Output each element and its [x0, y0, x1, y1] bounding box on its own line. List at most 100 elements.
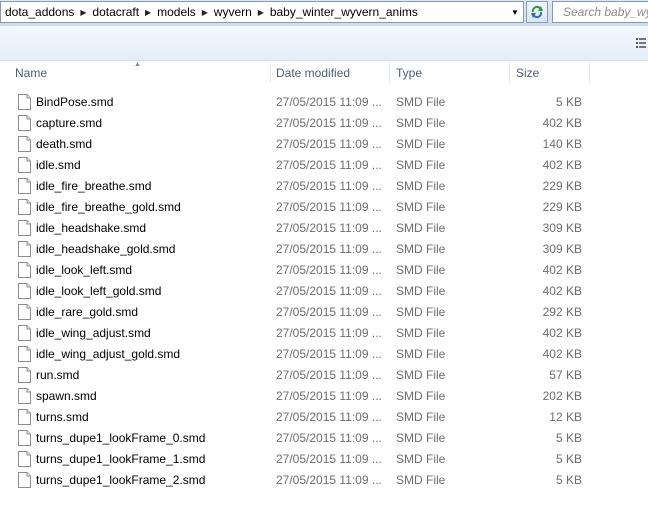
document-icon	[18, 430, 31, 446]
command-bar	[0, 26, 648, 61]
file-size: 402 KB	[542, 347, 582, 361]
file-size: 309 KB	[542, 221, 582, 235]
file-row[interactable]: spawn.smd 27/05/2015 11:09 ... SMD File …	[0, 386, 648, 407]
column-date-modified[interactable]: Date modified	[276, 61, 350, 85]
file-size: 140 KB	[542, 137, 582, 151]
file-date-modified: 27/05/2015 11:09 ...	[276, 116, 382, 130]
file-name: death.smd	[36, 137, 93, 151]
file-name: idle_look_left.smd	[36, 263, 133, 277]
document-icon	[18, 304, 31, 320]
file-size: 5 KB	[555, 473, 582, 487]
document-icon	[18, 241, 31, 257]
file-row[interactable]: idle_look_left.smd 27/05/2015 11:09 ... …	[0, 260, 648, 281]
file-name: spawn.smd	[36, 389, 97, 403]
file-name: turns.smd	[36, 410, 89, 424]
file-date-modified: 27/05/2015 11:09 ...	[276, 179, 382, 193]
file-type: SMD File	[396, 200, 446, 214]
file-name: idle_rare_gold.smd	[36, 305, 139, 319]
file-size: 5 KB	[555, 452, 582, 466]
file-type: SMD File	[396, 137, 446, 151]
document-icon	[18, 367, 31, 383]
address-bar[interactable]: dota_addons ▶ dotacraft ▶ models ▶ wyver…	[0, 1, 524, 23]
column-name[interactable]: Name	[15, 61, 47, 85]
document-icon	[18, 472, 31, 488]
file-row[interactable]: idle_headshake.smd 27/05/2015 11:09 ... …	[0, 218, 648, 239]
breadcrumb-dota-addons[interactable]: dota_addons	[1, 5, 78, 19]
file-date-modified: 27/05/2015 11:09 ...	[276, 410, 382, 424]
file-size: 402 KB	[542, 263, 582, 277]
file-row[interactable]: idle_wing_adjust.smd 27/05/2015 11:09 ..…	[0, 323, 648, 344]
breadcrumb-baby-winter-wyvern-anims[interactable]: baby_winter_wyvern_anims	[266, 5, 422, 19]
file-date-modified: 27/05/2015 11:09 ...	[276, 263, 382, 277]
refresh-button[interactable]	[526, 1, 548, 23]
file-row[interactable]: idle.smd 27/05/2015 11:09 ... SMD File 4…	[0, 155, 648, 176]
column-divider[interactable]	[389, 63, 390, 83]
file-date-modified: 27/05/2015 11:09 ...	[276, 326, 382, 340]
file-row[interactable]: idle_look_left_gold.smd 27/05/2015 11:09…	[0, 281, 648, 302]
document-icon	[18, 178, 31, 194]
file-row[interactable]: turns_dupe1_lookFrame_0.smd 27/05/2015 1…	[0, 428, 648, 449]
chevron-down-icon[interactable]: ▼	[507, 2, 523, 22]
file-name: idle_look_left_gold.smd	[36, 284, 162, 298]
file-list: BindPose.smd 27/05/2015 11:09 ... SMD Fi…	[0, 92, 648, 491]
document-icon	[18, 388, 31, 404]
file-row[interactable]: idle_fire_breathe.smd 27/05/2015 11:09 .…	[0, 176, 648, 197]
file-row[interactable]: idle_headshake_gold.smd 27/05/2015 11:09…	[0, 239, 648, 260]
file-row[interactable]: idle_fire_breathe_gold.smd 27/05/2015 11…	[0, 197, 648, 218]
file-name: idle_fire_breathe.smd	[36, 179, 152, 193]
file-size: 309 KB	[542, 242, 582, 256]
file-size: 229 KB	[542, 200, 582, 214]
chevron-right-icon[interactable]: ▶	[200, 8, 210, 17]
document-icon	[18, 199, 31, 215]
file-row[interactable]: idle_rare_gold.smd 27/05/2015 11:09 ... …	[0, 302, 648, 323]
breadcrumb-wyvern[interactable]: wyvern	[210, 5, 256, 19]
breadcrumb-models[interactable]: models	[153, 5, 200, 19]
file-row[interactable]: death.smd 27/05/2015 11:09 ... SMD File …	[0, 134, 648, 155]
document-icon	[18, 220, 31, 236]
file-size: 5 KB	[555, 431, 582, 445]
file-type: SMD File	[396, 473, 446, 487]
file-row[interactable]: idle_wing_adjust_gold.smd 27/05/2015 11:…	[0, 344, 648, 365]
file-date-modified: 27/05/2015 11:09 ...	[276, 473, 382, 487]
file-type: SMD File	[396, 158, 446, 172]
search-input[interactable]: Search baby_wyvern_anims	[552, 1, 648, 23]
chevron-right-icon[interactable]: ▶	[78, 8, 88, 17]
file-date-modified: 27/05/2015 11:09 ...	[276, 431, 382, 445]
file-date-modified: 27/05/2015 11:09 ...	[276, 389, 382, 403]
file-size: 402 KB	[542, 116, 582, 130]
file-type: SMD File	[396, 431, 446, 445]
column-divider[interactable]	[509, 63, 510, 83]
file-row[interactable]: BindPose.smd 27/05/2015 11:09 ... SMD Fi…	[0, 92, 648, 113]
breadcrumb-dotacraft[interactable]: dotacraft	[88, 5, 143, 19]
file-size: 229 KB	[542, 179, 582, 193]
column-divider[interactable]	[270, 63, 271, 83]
file-size: 5 KB	[555, 95, 582, 109]
view-options-icon[interactable]	[636, 38, 646, 48]
file-row[interactable]: turns.smd 27/05/2015 11:09 ... SMD File …	[0, 407, 648, 428]
file-name: BindPose.smd	[36, 95, 114, 109]
file-size: 292 KB	[542, 305, 582, 319]
file-type: SMD File	[396, 95, 446, 109]
file-type: SMD File	[396, 242, 446, 256]
file-type: SMD File	[396, 179, 446, 193]
document-icon	[18, 94, 31, 110]
chevron-right-icon[interactable]: ▶	[143, 8, 153, 17]
file-date-modified: 27/05/2015 11:09 ...	[276, 158, 382, 172]
file-row[interactable]: turns_dupe1_lookFrame_1.smd 27/05/2015 1…	[0, 449, 648, 470]
file-name: idle_headshake.smd	[36, 221, 147, 235]
document-icon	[18, 157, 31, 173]
file-date-modified: 27/05/2015 11:09 ...	[276, 284, 382, 298]
column-size[interactable]: Size	[516, 61, 539, 85]
file-row[interactable]: run.smd 27/05/2015 11:09 ... SMD File 57…	[0, 365, 648, 386]
file-row[interactable]: capture.smd 27/05/2015 11:09 ... SMD Fil…	[0, 113, 648, 134]
file-size: 402 KB	[542, 284, 582, 298]
chevron-right-icon[interactable]: ▶	[256, 8, 266, 17]
column-type[interactable]: Type	[396, 61, 422, 85]
file-type: SMD File	[396, 116, 446, 130]
file-size: 57 KB	[549, 368, 582, 382]
file-type: SMD File	[396, 410, 446, 424]
file-row[interactable]: turns_dupe1_lookFrame_2.smd 27/05/2015 1…	[0, 470, 648, 491]
column-divider[interactable]	[589, 63, 590, 83]
document-icon	[18, 451, 31, 467]
file-type: SMD File	[396, 452, 446, 466]
